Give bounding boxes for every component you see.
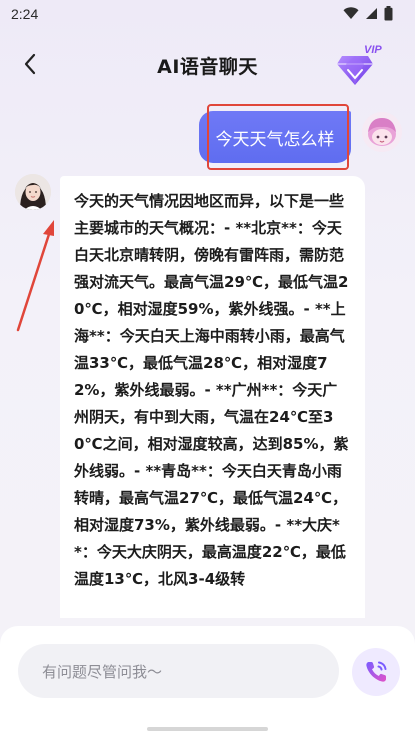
status-bar: 2:24 <box>0 0 415 30</box>
user-message-bubble: 今天天气怎么样 <box>199 111 351 163</box>
status-time: 2:24 <box>11 6 39 22</box>
user-avatar <box>362 112 402 152</box>
battery-icon <box>384 6 393 21</box>
wifi-icon <box>343 7 359 19</box>
chat-input[interactable]: 有问题尽管问我～ <box>18 644 339 698</box>
status-icons <box>343 6 393 21</box>
user-message-text: 今天天气怎么样 <box>215 129 335 150</box>
home-indicator <box>147 727 268 731</box>
vip-label: VIP <box>364 44 382 56</box>
user-avatar-icon <box>362 112 402 152</box>
ai-message-text: 今天的天气情况因地区而异，以下是一些主要城市的天气概况：- **北京**：今天白… <box>74 192 349 588</box>
phone-call-icon <box>366 661 387 682</box>
header: AI语音聊天 VIP <box>0 38 415 94</box>
signal-icon <box>366 8 377 19</box>
voice-call-button[interactable] <box>352 648 400 696</box>
ai-avatar <box>15 174 51 210</box>
vip-button[interactable]: VIP <box>336 42 388 90</box>
ai-message-bubble: 今天的天气情况因地区而异，以下是一些主要城市的天气概况：- **北京**：今天白… <box>60 176 365 618</box>
bottom-input-bar: 有问题尽管问我～ <box>0 626 415 738</box>
chat-input-placeholder: 有问题尽管问我～ <box>42 662 163 681</box>
diamond-icon <box>337 56 373 85</box>
ai-avatar-icon <box>15 174 51 210</box>
